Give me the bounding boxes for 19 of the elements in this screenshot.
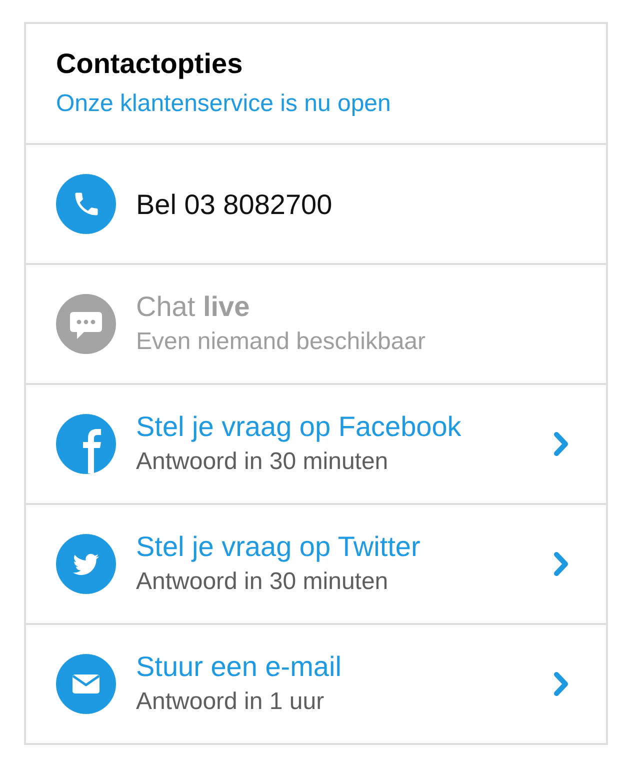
option-subtitle: Antwoord in 30 minuten [136,567,390,597]
option-title: Chat live [136,290,251,324]
option-link[interactable]: Stel je vraag op Facebook [136,409,553,444]
option-link[interactable]: Stel je vraag op Twitter [136,529,553,564]
option-link[interactable]: Stuur een e-mail [136,649,553,684]
phone-icon [56,174,116,234]
panel-title: Contactopties [56,47,244,81]
twitter-icon [56,534,116,594]
envelope-icon [56,654,116,714]
chevron-right-icon[interactable] [553,431,569,457]
chevron-right-icon[interactable] [553,551,569,577]
chevron-right-icon[interactable] [553,671,569,697]
facebook-icon [56,414,116,474]
chat-bubble-icon [56,294,116,354]
status-text: Onze klantenservice is nu open [56,89,392,119]
option-subtitle: Antwoord in 1 uur [136,687,326,717]
option-subtitle: Even niemand beschikbaar [136,327,427,357]
option-title: Bel 03 8082700 [136,188,334,222]
option-subtitle: Antwoord in 30 minuten [136,447,390,477]
